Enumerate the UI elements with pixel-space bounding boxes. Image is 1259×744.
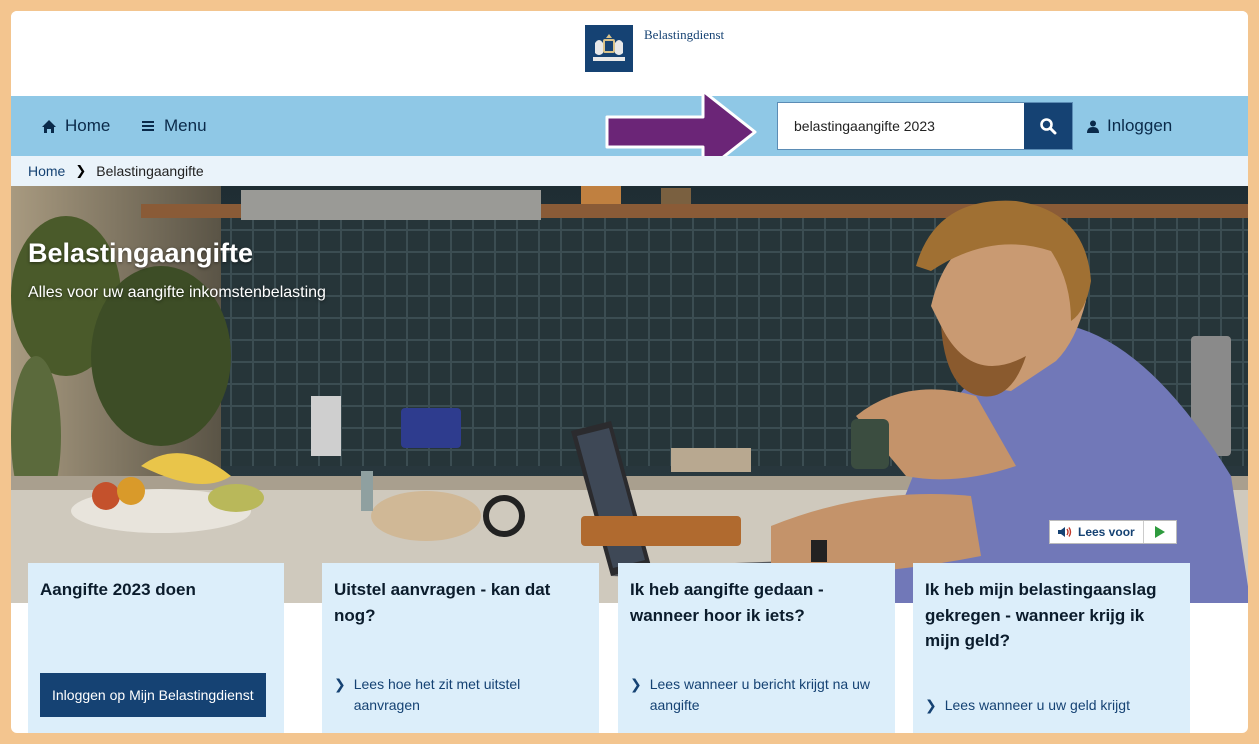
card-aangifte-doen: Aangifte 2023 doen Inloggen op Mijn Bela… <box>28 563 284 733</box>
card-title: Ik heb aangifte gedaan - wanneer hoor ik… <box>630 580 824 625</box>
breadcrumb: Home ❯ Belastingaangifte <box>11 156 1248 186</box>
hero-subtitle: Alles voor uw aangifte inkomstenbelastin… <box>28 284 326 301</box>
card-aangifte-gedaan: Ik heb aangifte gedaan - wanneer hoor ik… <box>618 563 895 733</box>
speaker-icon <box>1058 527 1072 537</box>
breadcrumb-current: Belastingaangifte <box>96 163 204 179</box>
breadcrumb-home-link[interactable]: Home <box>28 163 65 179</box>
card-title: Uitstel aanvragen - kan dat nog? <box>334 580 551 625</box>
card-link-bericht[interactable]: ❯ Lees wanneer u bericht krijgt na uw aa… <box>630 674 880 715</box>
search-input[interactable] <box>778 103 1025 149</box>
nav-home-label: Home <box>65 116 111 135</box>
lees-voor-label: Lees voor <box>1078 525 1135 539</box>
card-link-label: Lees wanneer u bericht krijgt na uw aang… <box>649 676 870 713</box>
menu-icon <box>142 121 154 131</box>
card-link-label: Lees wanneer u uw geld krijgt <box>944 696 1130 713</box>
login-mijn-belastingdienst-button[interactable]: Inloggen op Mijn Belastingdienst <box>40 673 266 717</box>
nav-home-link[interactable]: Home <box>41 116 110 136</box>
coat-of-arms-icon <box>593 33 625 61</box>
chevron-right-icon: ❯ <box>334 676 346 693</box>
card-link-geld[interactable]: ❯ Lees wanneer u uw geld krijgt <box>925 695 1175 715</box>
card-title: Aangifte 2023 doen <box>40 580 196 599</box>
home-icon <box>42 119 56 133</box>
nav-menu-button[interactable]: Menu <box>142 116 207 136</box>
logo-bar: Belastingdienst <box>11 11 1248 96</box>
play-button[interactable] <box>1144 521 1176 543</box>
card-link-uitstel[interactable]: ❯ Lees hoe het zit met uitstel aanvragen <box>334 674 564 715</box>
lees-voor-widget: Lees voor <box>1049 520 1177 544</box>
hero-banner: Belastingaangifte Alles voor uw aangifte… <box>11 186 1248 603</box>
search-form <box>777 102 1073 150</box>
search-button[interactable] <box>1024 103 1072 149</box>
logo-text: Belastingdienst <box>644 27 725 42</box>
login-label: Inloggen <box>1107 116 1173 135</box>
lees-voor-button[interactable]: Lees voor <box>1050 521 1144 543</box>
login-link[interactable]: Inloggen <box>1087 116 1172 136</box>
chevron-right-icon: ❯ <box>925 696 937 713</box>
card-uitstel: Uitstel aanvragen - kan dat nog? ❯ Lees … <box>322 563 599 733</box>
user-icon <box>1087 120 1099 133</box>
card-link-label: Lees hoe het zit met uitstel aanvragen <box>353 676 521 713</box>
play-icon <box>1154 526 1165 538</box>
page-frame: Belastingdienst Home Menu belastingaangi… <box>11 11 1248 733</box>
card-title: Ik heb mijn belastingaanslag gekregen - … <box>925 580 1157 650</box>
card-belastingaanslag: Ik heb mijn belastingaanslag gekregen - … <box>913 563 1190 733</box>
nav-menu-label: Menu <box>164 116 207 135</box>
hero-title: Belastingaangifte <box>28 238 254 268</box>
chevron-right-icon: ❯ <box>75 163 87 178</box>
search-icon <box>1040 118 1057 135</box>
coat-of-arms-logo[interactable] <box>585 25 633 72</box>
chevron-right-icon: ❯ <box>630 676 642 693</box>
